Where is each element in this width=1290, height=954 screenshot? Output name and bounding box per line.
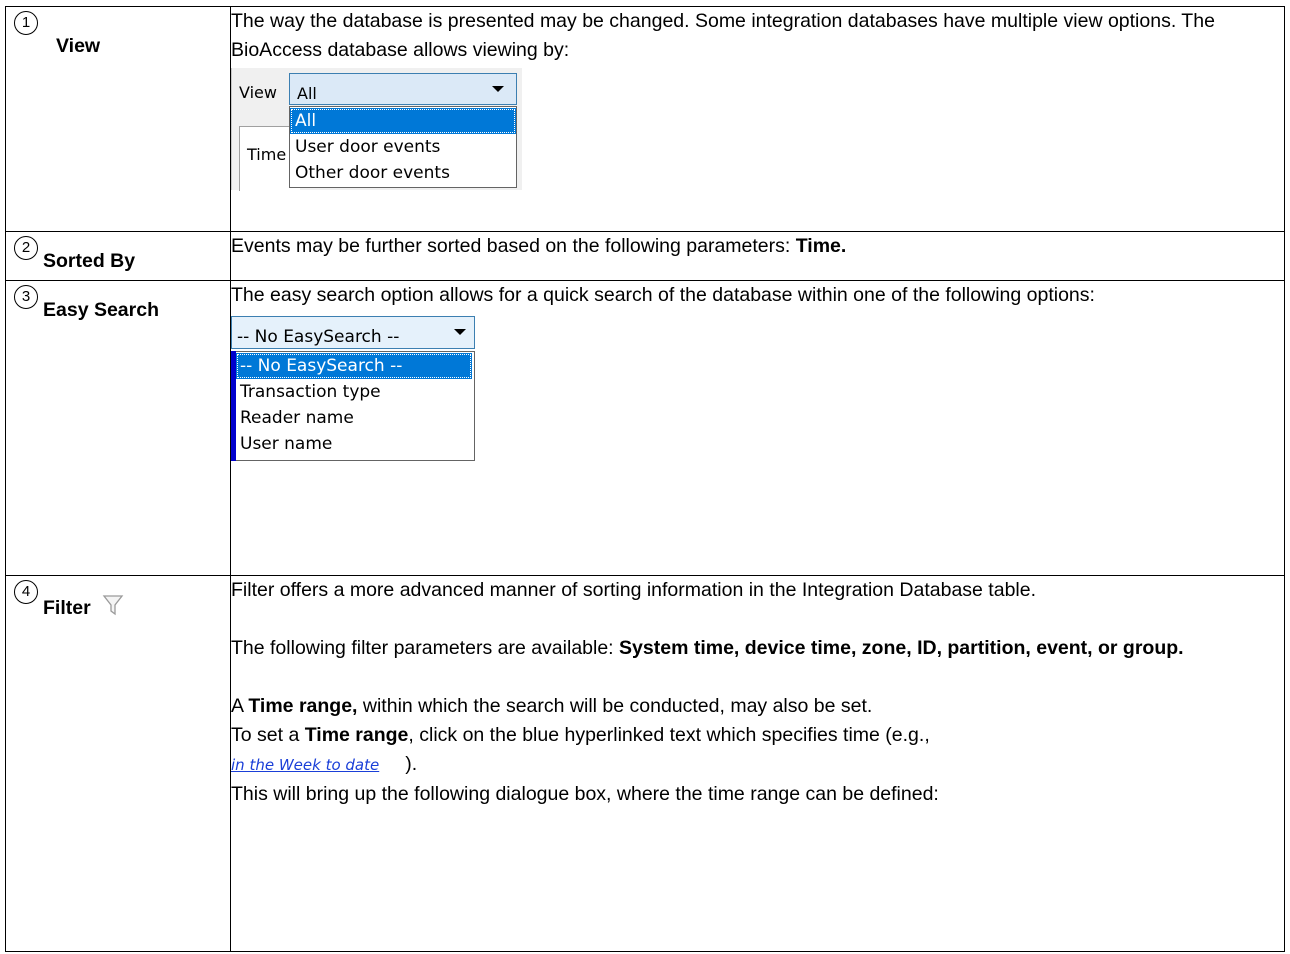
view-options-list: All User door events Other door events bbox=[289, 106, 517, 188]
feature-table: 1 View The way the database is presented… bbox=[5, 6, 1285, 952]
row-label: Filter bbox=[43, 597, 91, 619]
table-row: 4 Filter Filter offers a more advanced m… bbox=[5, 575, 1285, 952]
chevron-down-icon[interactable] bbox=[492, 86, 504, 92]
easysearch-select-value: -- No EasySearch -- bbox=[237, 327, 400, 347]
description-cell: Filter offers a more advanced manner of … bbox=[230, 575, 1285, 952]
description-bold: Time. bbox=[795, 235, 847, 257]
easysearch-dropdown-screenshot: -- No EasySearch -- -- No EasySearch -- … bbox=[231, 316, 477, 461]
filter-para-5: This will bring up the following dialogu… bbox=[231, 783, 939, 805]
table-row: 3 Easy Search The easy search option all… bbox=[5, 280, 1285, 576]
number-badge: 3 bbox=[14, 285, 38, 309]
time-range-link[interactable]: in the Week to date bbox=[231, 751, 379, 780]
view-label: View bbox=[239, 83, 277, 102]
view-dropdown-screenshot: View Time All All User door events Other… bbox=[231, 68, 522, 191]
description-cell: Events may be further sorted based on th… bbox=[230, 231, 1285, 281]
easysearch-option[interactable]: Reader name bbox=[236, 405, 472, 431]
easysearch-option[interactable]: Transaction type bbox=[236, 379, 472, 405]
filter-para-1: Filter offers a more advanced manner of … bbox=[231, 579, 1037, 601]
easysearch-option[interactable]: -- No EasySearch -- bbox=[236, 353, 472, 379]
view-option[interactable]: Other door events bbox=[290, 160, 516, 186]
view-option[interactable]: User door events bbox=[290, 134, 516, 160]
number-badge: 1 bbox=[14, 11, 38, 35]
number-badge: 2 bbox=[14, 236, 38, 260]
number-badge: 4 bbox=[14, 580, 38, 604]
description-text: The easy search option allows for a quic… bbox=[231, 284, 1095, 306]
filter-para-3: A Time range, within which the search wi… bbox=[231, 695, 873, 717]
description-text: Events may be further sorted based on th… bbox=[231, 235, 796, 257]
easysearch-option[interactable]: User name bbox=[236, 431, 472, 457]
row-label: View bbox=[56, 35, 101, 57]
description-cell: The way the database is presented may be… bbox=[230, 6, 1285, 232]
table-row: 2 Sorted By Events may be further sorted… bbox=[5, 231, 1285, 281]
table-row: 1 View The way the database is presented… bbox=[5, 6, 1285, 232]
view-select-value: All bbox=[297, 84, 317, 103]
filter-para-4: To set a Time range, click on the blue h… bbox=[231, 724, 930, 746]
list-focus-bar bbox=[231, 351, 236, 461]
chevron-down-icon[interactable] bbox=[454, 329, 466, 335]
description-cell: The easy search option allows for a quic… bbox=[230, 280, 1285, 576]
filter-para-2: The following filter parameters are avai… bbox=[231, 637, 1184, 659]
column-header-time: Time bbox=[247, 145, 287, 164]
description-text: The way the database is presented may be… bbox=[231, 10, 1215, 61]
easysearch-select[interactable]: -- No EasySearch -- bbox=[231, 316, 475, 349]
row-label: Sorted By bbox=[43, 250, 136, 272]
view-select[interactable]: All bbox=[289, 73, 517, 105]
label-cell: 1 View bbox=[5, 6, 231, 232]
label-cell: 2 Sorted By bbox=[5, 231, 231, 281]
filter-funnel-icon bbox=[102, 595, 124, 616]
easysearch-options-list: -- No EasySearch -- Transaction type Rea… bbox=[231, 351, 475, 461]
label-cell: 3 Easy Search bbox=[5, 280, 231, 576]
label-cell: 4 Filter bbox=[5, 575, 231, 952]
row-label: Easy Search bbox=[43, 299, 160, 321]
view-option[interactable]: All bbox=[290, 108, 516, 134]
